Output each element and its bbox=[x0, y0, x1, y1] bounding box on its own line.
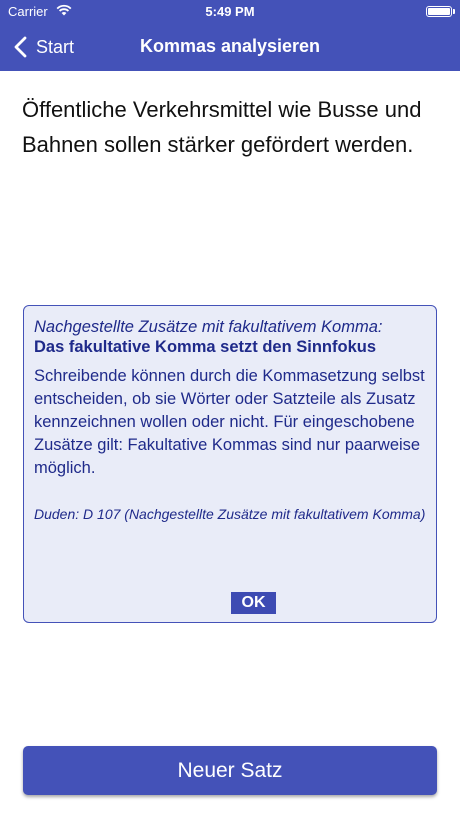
rule-title: Das fakultative Komma setzt den Sinnfoku… bbox=[34, 338, 376, 356]
ok-button[interactable]: OK bbox=[231, 592, 276, 614]
new-sentence-button[interactable]: Neuer Satz bbox=[23, 746, 437, 795]
sentence-text: Öffentliche Verkehrsmittel wie Busse und… bbox=[22, 97, 422, 157]
rule-reference: Duden: D 107 (Nachgestellte Zusätze mit … bbox=[34, 506, 426, 522]
battery-icon bbox=[426, 6, 455, 17]
status-bar: Carrier 5:49 PM bbox=[0, 0, 460, 24]
status-time: 5:49 PM bbox=[205, 4, 255, 19]
navigation-bar: Carrier 5:49 PM Start Kommas analysieren bbox=[0, 0, 460, 71]
page-title: Kommas analysieren bbox=[139, 36, 321, 56]
rule-description: Schreibende können durch die Kommasetzun… bbox=[34, 367, 425, 477]
rule-info-box: Nachgestellte Zusätze mit fakultativem K… bbox=[23, 305, 437, 623]
rule-subtitle: Nachgestellte Zusätze mit fakultativem K… bbox=[34, 318, 383, 336]
